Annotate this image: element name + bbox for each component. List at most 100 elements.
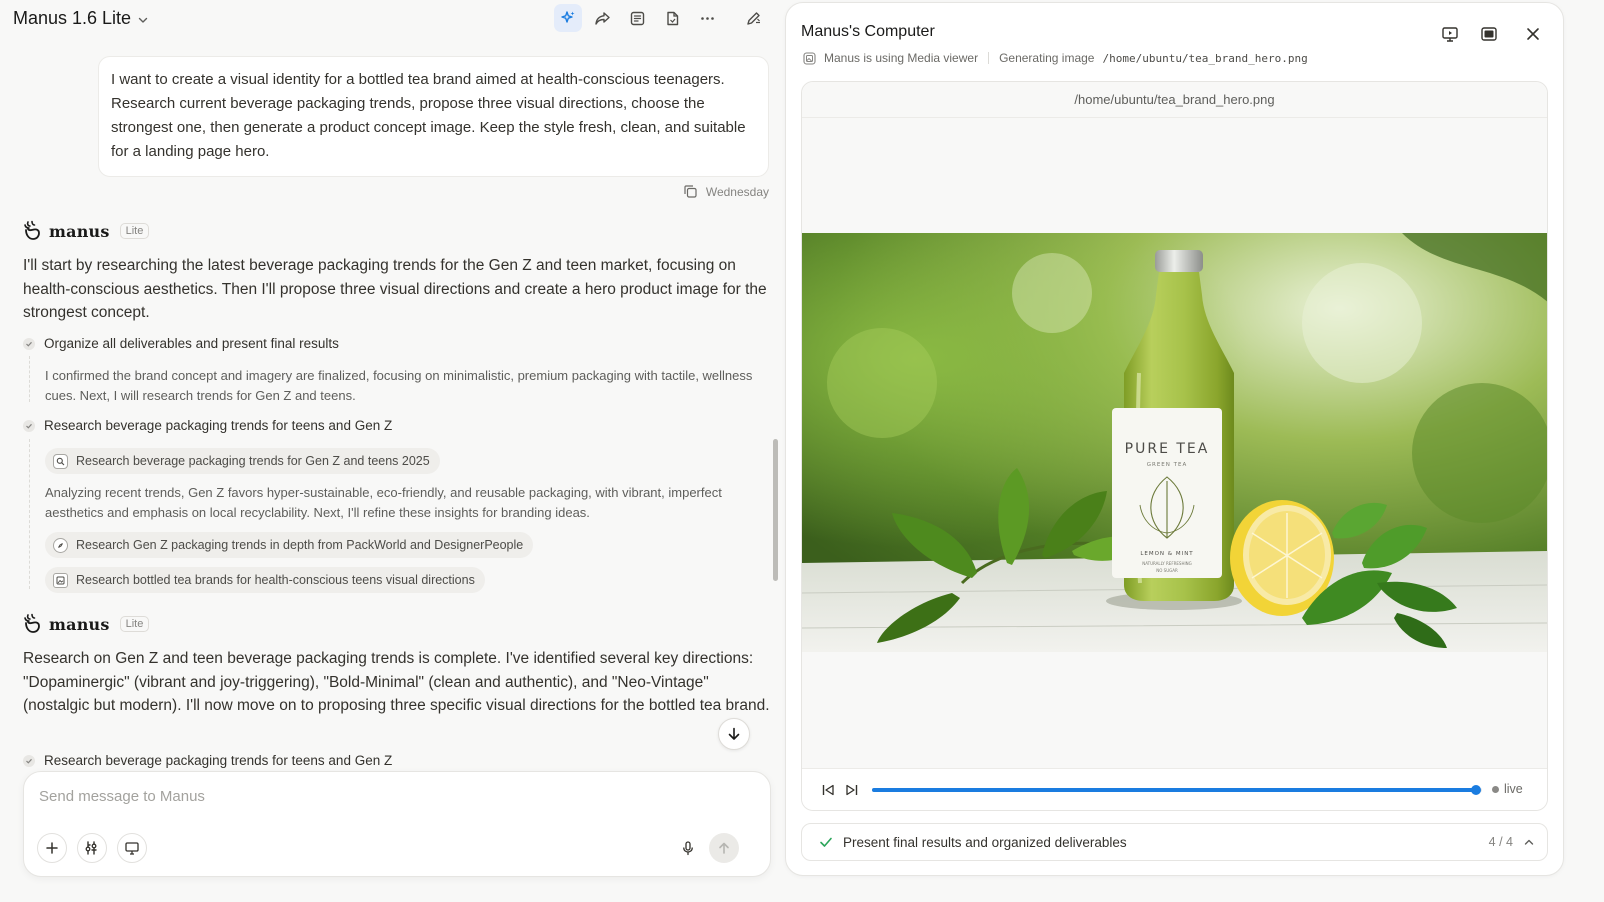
tool-chip-label: Research Gen Z packaging trends in depth… (76, 538, 524, 552)
image-icon (53, 572, 68, 588)
live-label: live (1504, 782, 1523, 796)
manus-logo-icon (24, 220, 40, 240)
send-icon (719, 842, 729, 854)
live-indicator[interactable]: live (1492, 782, 1523, 796)
user-message-text: I want to create a visual identity for a… (111, 71, 746, 160)
live-dot (1492, 785, 1499, 793)
sparkle-button[interactable] (554, 4, 582, 32)
playback-progress[interactable] (872, 785, 1482, 795)
bottle-line-2: NO SUGAR (1156, 568, 1178, 573)
more-button[interactable] (693, 4, 721, 32)
chevron-up-icon[interactable] (1523, 836, 1535, 848)
computer-button[interactable] (117, 833, 147, 863)
step-connector (29, 356, 30, 402)
plan-badge: Lite (119, 616, 150, 632)
assistant-header: manus Lite (22, 613, 150, 635)
tool-status-text: Manus is using Media viewer (824, 51, 979, 65)
task-step[interactable]: Research beverage packaging trends for t… (23, 753, 392, 768)
chat-scroll-area[interactable]: I want to create a visual identity for a… (0, 36, 790, 788)
skip-back-button[interactable] (820, 782, 836, 798)
chat-scrollbar[interactable] (773, 439, 778, 581)
progress-fill (872, 788, 1476, 792)
close-panel-button[interactable] (1518, 19, 1548, 49)
tool-chip-label: Research beverage packaging trends for G… (76, 454, 430, 468)
assistant-message-text: Research on Gen Z and teen beverage pack… (23, 650, 770, 715)
skip-forward-button[interactable] (844, 782, 860, 798)
step-title: Organize all deliverables and present fi… (44, 336, 339, 351)
task-current-step: Present final results and organized deli… (843, 834, 1127, 850)
edit-icon (746, 11, 760, 25)
takeover-button[interactable] (1435, 19, 1465, 49)
tools-button[interactable] (77, 833, 107, 863)
tool-action-text: Generating image (999, 51, 1095, 65)
user-message: I want to create a visual identity for a… (98, 56, 769, 177)
top-bar: Manus 1.6 Lite (0, 0, 790, 36)
app-title: Manus 1.6 Lite (13, 8, 132, 28)
chevron-down-icon (138, 17, 148, 23)
voice-input-button[interactable] (674, 834, 702, 862)
arrow-down-icon (728, 727, 740, 740)
bottle-brand-text: PURE TEA (1125, 441, 1210, 457)
tool-chip-image[interactable]: Research bottled tea brands for health-c… (45, 567, 485, 593)
sparkle-icon (561, 11, 575, 23)
step-connector (29, 439, 30, 589)
plus-icon (46, 842, 58, 854)
plan-badge: Lite (119, 223, 150, 239)
copy-icon[interactable] (683, 184, 698, 199)
step-description: I confirmed the brand concept and imager… (45, 368, 753, 403)
fullscreen-icon (1481, 27, 1497, 41)
task-progress-bar[interactable]: Present final results and organized deli… (801, 823, 1548, 861)
close-icon (1527, 28, 1539, 40)
search-icon (53, 453, 68, 469)
attach-button[interactable] (37, 833, 67, 863)
bottle-sub-text: GREEN TEA (1147, 462, 1188, 468)
media-viewer: /home/ubuntu/tea_brand_hero.png PURE TEA… (801, 81, 1548, 811)
message-meta: Wednesday (683, 184, 769, 199)
viewer-header: /home/ubuntu/tea_brand_hero.png (802, 82, 1547, 118)
skip-back-icon (822, 784, 834, 796)
check-icon (820, 837, 832, 847)
tool-chip-browse[interactable]: Research Gen Z packaging trends in depth… (45, 532, 534, 558)
edit-button[interactable] (739, 4, 767, 32)
tool-chip-search[interactable]: Research beverage packaging trends for G… (45, 448, 440, 474)
assistant-message-text: I'll start by researching the latest bev… (23, 257, 767, 322)
bottle-line-1: NATURALLY REFRESHING (1142, 561, 1192, 566)
bottle-flavor-text: LEMON & MINT (1140, 551, 1193, 557)
status-divider (988, 52, 990, 64)
task-step[interactable]: Research beverage packaging trends for t… (23, 418, 392, 433)
notes-icon (630, 11, 644, 25)
message-composer (23, 771, 771, 877)
step-title: Research beverage packaging trends for t… (44, 753, 393, 768)
chat-pane: Manus 1.6 Lite I want to create a visual… (0, 0, 790, 902)
panel-title: Manus's Computer (801, 23, 935, 40)
tool-status: Manus is using Media viewer Generating i… (803, 51, 1308, 65)
skip-forward-icon (846, 784, 858, 796)
share-icon (594, 11, 610, 25)
generated-image[interactable]: PURE TEA GREEN TEA LEMON & MINT NATURALL… (802, 233, 1547, 652)
mic-icon (683, 841, 693, 856)
model-selector[interactable]: Manus 1.6 Lite (13, 8, 149, 29)
send-button[interactable] (709, 833, 739, 863)
assistant-name: manus (49, 221, 110, 241)
screen-icon (1442, 27, 1458, 42)
monitor-icon (125, 842, 139, 855)
message-input[interactable] (39, 788, 739, 805)
check-icon (23, 337, 35, 350)
files-button[interactable] (658, 4, 686, 32)
more-icon (700, 16, 714, 20)
notes-button[interactable] (623, 4, 651, 32)
tools-icon (85, 841, 97, 855)
viewer-file-path: /home/ubuntu/tea_brand_hero.png (1074, 92, 1275, 107)
share-button[interactable] (588, 4, 616, 32)
assistant-name: manus (49, 614, 110, 634)
computer-panel: Manus's Computer Manus is using Media vi… (785, 2, 1564, 876)
task-step-count: 4 / 4 (1488, 835, 1513, 849)
progress-thumb[interactable] (1470, 785, 1481, 795)
assistant-header: manus Lite (22, 220, 150, 242)
scroll-to-bottom-button[interactable] (718, 718, 750, 750)
tool-chip-label: Research bottled tea brands for health-c… (76, 573, 475, 587)
step-title: Research beverage packaging trends for t… (44, 418, 393, 433)
task-step[interactable]: Organize all deliverables and present fi… (23, 336, 339, 351)
check-icon (23, 419, 35, 432)
fullscreen-button[interactable] (1474, 19, 1504, 49)
